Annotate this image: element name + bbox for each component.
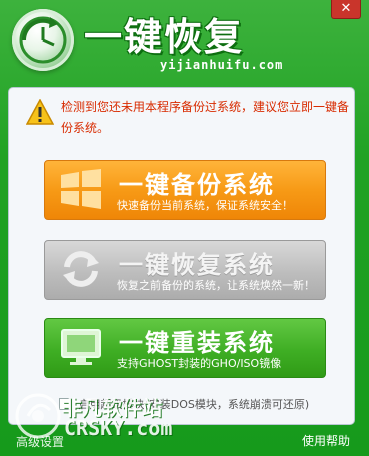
backup-button-subtitle: 快速备份当前系统，保证系统安全！	[117, 199, 293, 212]
help-link[interactable]: 使用帮助	[302, 432, 350, 449]
close-icon: ✕	[340, 1, 352, 16]
warning-icon	[26, 99, 54, 125]
restore-button-subtitle: 恢复之前备份的系统，让系统焕然一新！	[117, 279, 315, 292]
backup-notice-text: 检测到您还未用本程序备份过系统，建议您立即一键备份系统。	[61, 100, 350, 135]
app-logo	[12, 9, 74, 71]
reinstall-button-title: 一键重装系统	[119, 329, 275, 357]
windows-logo-icon	[61, 169, 101, 209]
title-bar: 一键恢复 yijianhuifu.com ✕	[0, 0, 369, 88]
restore-system-button[interactable]: 一键恢复系统 恢复之前备份的系统，让系统焕然一新！	[44, 240, 326, 300]
clock-arrow-icon	[19, 16, 67, 64]
app-url: yijianhuifu.com	[160, 58, 284, 72]
monitor-icon	[61, 329, 101, 365]
app-title: 一键恢复	[84, 15, 245, 59]
watermark-domain: CRSKY.com	[64, 416, 173, 440]
main-panel: 检测到您还未用本程序备份过系统，建议您立即一键备份系统。 一键备份系统 快速备份…	[8, 87, 355, 425]
refresh-icon	[63, 251, 99, 287]
reinstall-button-subtitle: 支持GHOST封装的GHO/ISO镜像	[117, 357, 282, 370]
reinstall-system-button[interactable]: 一键重装系统 支持GHOST封装的GHO/ISO镜像	[44, 318, 326, 378]
backup-button-title: 一键备份系统	[119, 171, 275, 199]
backup-system-button[interactable]: 一键备份系统 快速备份当前系统，保证系统安全！	[44, 160, 326, 220]
restore-button-title: 一键恢复系统	[119, 251, 275, 279]
close-button[interactable]: ✕	[331, 0, 361, 19]
